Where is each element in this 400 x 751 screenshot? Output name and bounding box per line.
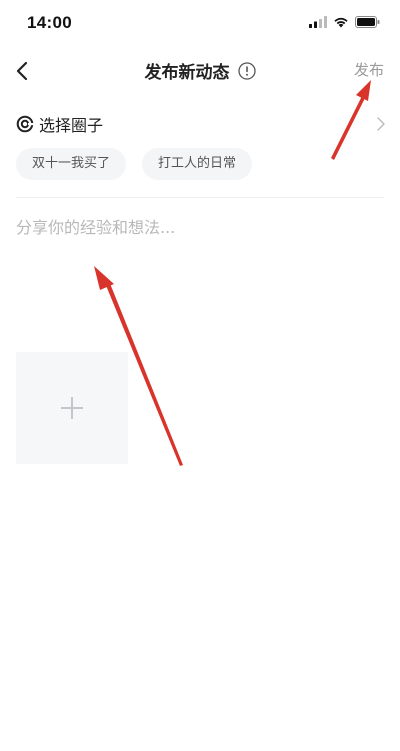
select-circle-row[interactable]: 选择圈子 xyxy=(16,110,386,138)
topic-tag-chip[interactable]: 打工人的日常 xyxy=(142,148,253,180)
nav-bar: 发布新动态 发布 xyxy=(0,50,400,94)
info-icon[interactable] xyxy=(237,61,256,80)
status-bar: 14:00 xyxy=(0,0,400,44)
cellular-signal-icon xyxy=(309,16,327,28)
topic-tags: 双十一我买了 打工人的日常 xyxy=(16,148,253,180)
wifi-icon xyxy=(334,17,348,28)
circle-target-icon xyxy=(16,115,34,133)
chevron-right-icon xyxy=(377,117,385,131)
status-icons xyxy=(309,14,380,30)
select-circle-label: 选择圈子 xyxy=(39,116,104,135)
page-title: 发布新动态 xyxy=(144,63,230,83)
plus-icon xyxy=(61,397,83,419)
battery-icon xyxy=(355,16,380,28)
status-time: 14:00 xyxy=(27,13,72,32)
divider xyxy=(16,197,384,198)
page-title-group: 发布新动态 xyxy=(0,58,400,83)
publish-button[interactable]: 发布 xyxy=(354,59,384,80)
post-content-input[interactable] xyxy=(16,212,384,322)
add-image-button[interactable] xyxy=(16,352,128,464)
topic-tag-chip[interactable]: 双十一我买了 xyxy=(16,148,127,180)
